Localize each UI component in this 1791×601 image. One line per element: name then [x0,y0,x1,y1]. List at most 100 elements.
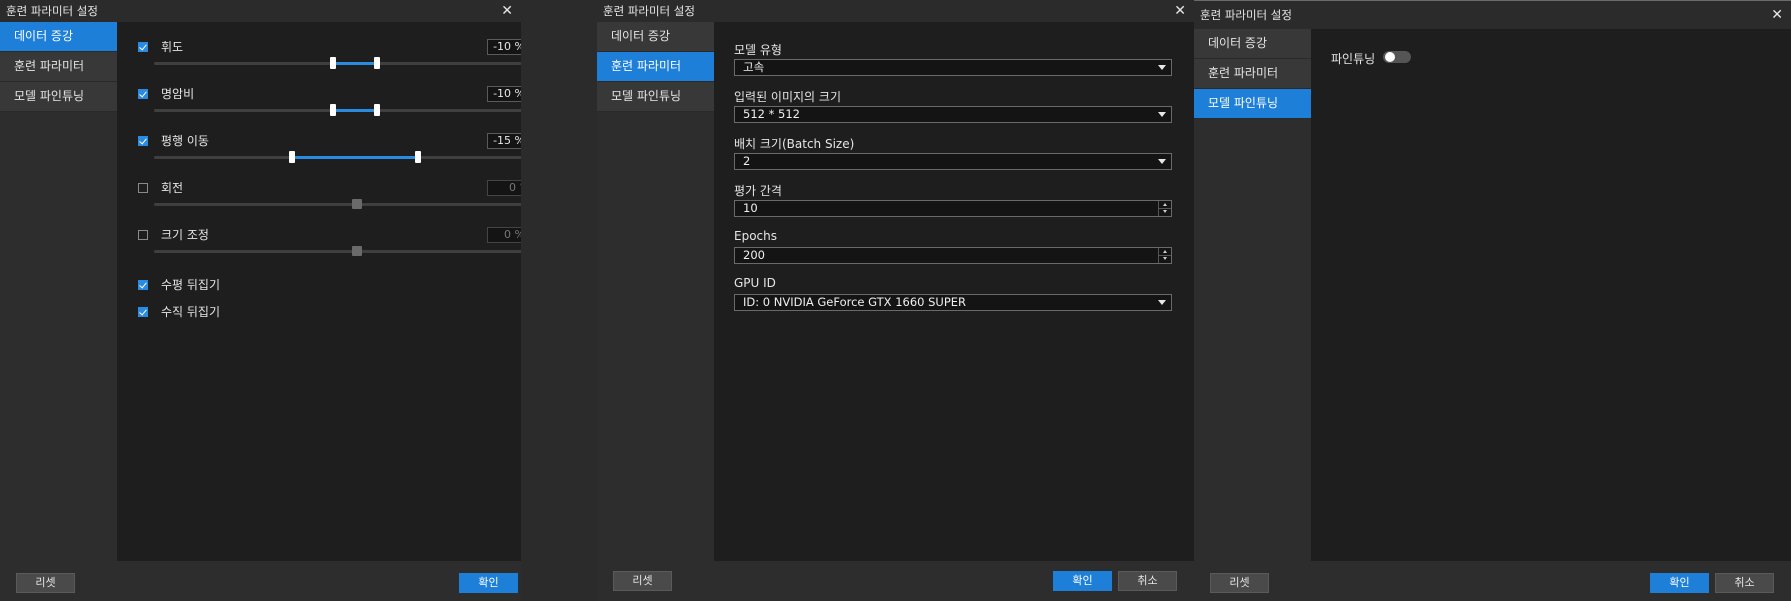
augment-row: 휘도-10 %–10 %? [138,39,521,84]
close-icon[interactable]: ✕ [1771,1,1783,29]
augment-checkbox[interactable] [138,230,148,240]
chevron-down-icon [1158,300,1166,305]
dialog-titlebar: 훈련 파라미터 설정 ✕ [0,0,521,22]
augmentation-content: 휘도-10 %–10 %?명암비-10 %–10 %?평행 이동-15 %–15… [117,22,521,561]
sidebar-item-training-parameters[interactable]: 훈련 파라미터 [0,52,117,82]
dialog-footer: 리셋 확인 취소 [597,561,1194,601]
sidebar-item-model-finetuning[interactable]: 모델 파인튜닝 [1194,89,1311,119]
range-min-input[interactable]: 0 ° [487,180,521,196]
spin-up-icon[interactable] [1159,201,1171,209]
dialog-training-parameters: 훈련 파라미터 설정 ✕ 데이터 증강 훈련 파라미터 모델 파인튜닝 모델 유… [597,0,1194,601]
batch-size-label: 배치 크기(Batch Size) [734,137,855,151]
gpu-id-select[interactable]: ID: 0 NVIDIA GeForce GTX 1660 SUPER [734,294,1172,311]
training-content: 모델 유형 고속 입력된 이미지의 크기 512 * 512 배치 크기(Bat… [714,22,1194,561]
cancel-button[interactable]: 취소 [1715,573,1774,593]
vertical-flip-checkbox[interactable] [138,307,148,317]
dialog-title: 훈련 파라미터 설정 [603,4,695,18]
range-slider-thumb-high[interactable] [374,104,381,116]
model-type-label: 모델 유형 [734,43,782,57]
finetuning-toggle[interactable] [1383,51,1411,63]
augment-row: 크기 조정0 %–0 %? [138,227,521,272]
range-slider-thumb-low[interactable] [329,104,336,116]
image-size-select[interactable]: 512 * 512 [734,106,1172,123]
sidebar-item-data-augmentation[interactable]: 데이터 증강 [1194,29,1311,59]
confirm-button[interactable]: 확인 [1053,571,1112,591]
range-slider[interactable] [154,199,521,209]
range-min-input[interactable]: -10 % [487,86,521,102]
range-min-input[interactable]: 0 % [487,227,521,243]
augment-label: 평행 이동 [161,134,209,148]
dialog-title: 훈련 파라미터 설정 [6,4,98,18]
sidebar-item-training-parameters[interactable]: 훈련 파라미터 [1194,59,1311,89]
close-icon[interactable]: ✕ [501,0,513,22]
sidebar-item-model-finetuning[interactable]: 모델 파인튜닝 [0,82,117,112]
gpu-id-value: ID: 0 NVIDIA GeForce GTX 1660 SUPER [743,295,967,309]
range-slider-fill [332,109,378,112]
augment-row: 평행 이동-15 %–15 %? [138,133,521,178]
range-slider-thumb-high[interactable] [414,151,421,163]
range-min-input[interactable]: -10 % [487,39,521,55]
spin-up-icon[interactable] [1159,248,1171,256]
chevron-down-icon [1158,112,1166,117]
horizontal-flip-checkbox[interactable] [138,280,148,290]
augment-checkbox[interactable] [138,42,148,52]
cancel-button[interactable]: 취소 [1118,571,1177,591]
reset-button[interactable]: 리셋 [16,573,75,593]
range-slider-fill [332,62,378,65]
eval-interval-label: 평가 간격 [734,184,782,198]
batch-size-value: 2 [743,154,751,168]
sidebar: 데이터 증강 훈련 파라미터 모델 파인튜닝 [597,22,714,561]
epochs-spinbox[interactable]: 200 [734,247,1172,264]
spin-down-icon[interactable] [1159,209,1171,216]
dialog-model-finetuning: 훈련 파라미터 설정 ✕ 데이터 증강 훈련 파라미터 모델 파인튜닝 파인튜닝… [1194,0,1791,601]
range-slider[interactable] [154,151,521,163]
model-type-select[interactable]: 고속 [734,59,1172,76]
range-slider-thumb-high[interactable] [374,57,381,69]
chevron-down-icon [1158,65,1166,70]
finetuning-content: 파인튜닝 [1311,29,1791,561]
range-slider-thumb[interactable] [352,246,362,256]
range-slider-thumb-low[interactable] [329,57,336,69]
finetuning-label: 파인튜닝 [1331,52,1376,66]
toggle-knob [1385,52,1395,62]
range-slider-thumb[interactable] [352,199,362,209]
batch-size-select[interactable]: 2 [734,153,1172,170]
augment-label: 회전 [161,181,184,195]
range-slider[interactable] [154,104,521,116]
gpu-id-label: GPU ID [734,276,776,290]
dialog-footer: 리셋 확인 취소 [1194,561,1791,601]
confirm-button[interactable]: 확인 [1650,573,1709,593]
horizontal-flip-label: 수평 뒤집기 [161,278,221,292]
augment-label: 크기 조정 [161,228,209,242]
model-type-value: 고속 [743,60,765,74]
reset-button[interactable]: 리셋 [1210,573,1269,593]
spin-down-icon[interactable] [1159,256,1171,263]
reset-button[interactable]: 리셋 [613,571,672,591]
range-slider-fill [292,156,418,159]
range-slider-thumb-low[interactable] [289,151,296,163]
image-size-value: 512 * 512 [743,107,800,121]
augment-checkbox[interactable] [138,136,148,146]
confirm-button[interactable]: 확인 [459,573,518,593]
sidebar-item-training-parameters[interactable]: 훈련 파라미터 [597,52,714,82]
sidebar-item-model-finetuning[interactable]: 모델 파인튜닝 [597,82,714,112]
sidebar-item-data-augmentation[interactable]: 데이터 증강 [0,22,117,52]
dialog-data-augmentation: 훈련 파라미터 설정 ✕ 데이터 증강 훈련 파라미터 모델 파인튜닝 휘도 -1… [0,0,521,601]
epochs-value: 200 [743,248,765,262]
sidebar: 데이터 증강 훈련 파라미터 모델 파인튜닝 [0,22,117,561]
range-slider[interactable] [154,57,521,69]
eval-interval-spinbox[interactable]: 10 [734,200,1172,217]
dialog-titlebar: 훈련 파라미터 설정 ✕ [1194,1,1791,29]
close-icon[interactable]: ✕ [1174,0,1186,22]
range-min-input[interactable]: -15 % [487,133,521,149]
augment-row: 회전0 °–0 °? [138,180,521,225]
dialog-titlebar: 훈련 파라미터 설정 ✕ [597,0,1194,22]
augment-checkbox[interactable] [138,183,148,193]
sidebar: 데이터 증강 훈련 파라미터 모델 파인튜닝 [1194,29,1311,561]
augment-checkbox[interactable] [138,89,148,99]
sidebar-item-data-augmentation[interactable]: 데이터 증강 [597,22,714,52]
epochs-label: Epochs [734,229,777,243]
range-slider[interactable] [154,246,521,256]
eval-interval-value: 10 [743,201,758,215]
augment-row: 명암비-10 %–10 %? [138,86,521,131]
